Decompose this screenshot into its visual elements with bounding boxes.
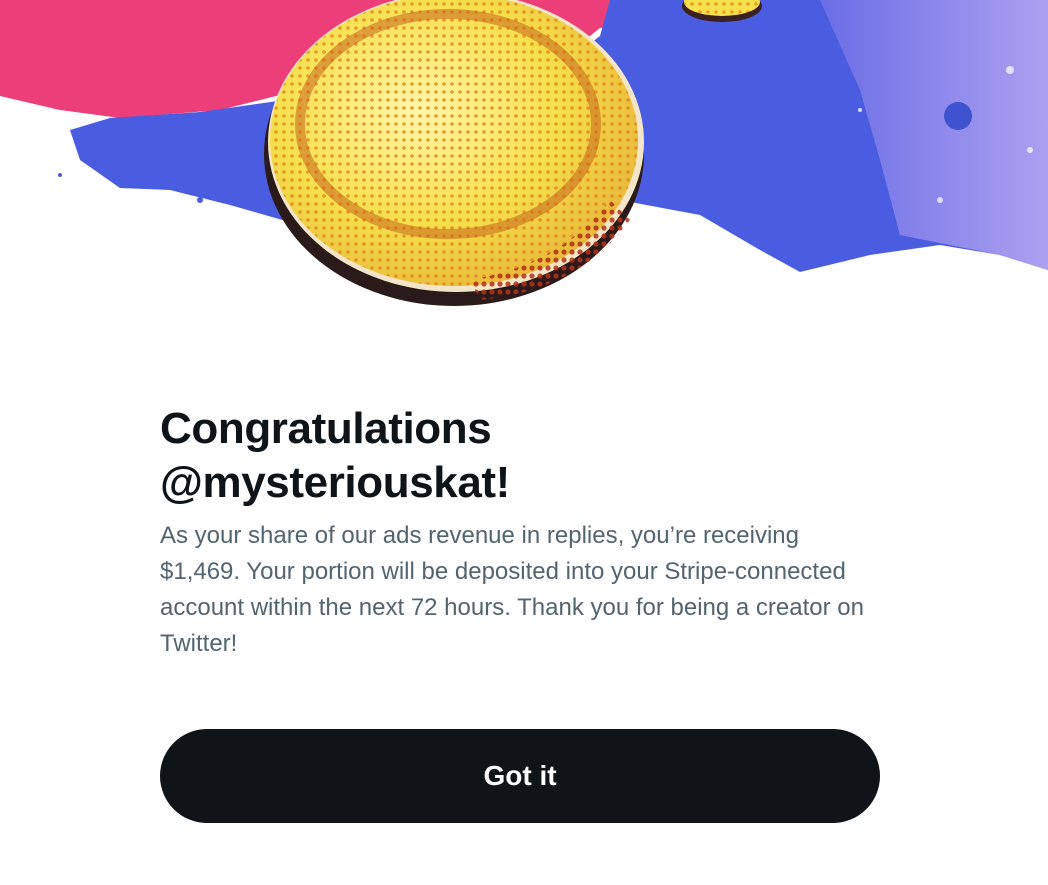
creator-payout-dialog: Congratulations @mysteriouskat! As your … bbox=[0, 0, 1048, 885]
coin-illustration-icon bbox=[0, 0, 1048, 306]
dialog-headline: Congratulations @mysteriouskat! bbox=[160, 402, 900, 510]
headline-line-2: @mysteriouskat! bbox=[160, 458, 510, 507]
got-it-button-label: Got it bbox=[483, 760, 557, 791]
hero-illustration bbox=[0, 0, 1048, 320]
headline-line-1: Congratulations bbox=[160, 404, 492, 453]
dialog-content: Congratulations @mysteriouskat! As your … bbox=[160, 402, 900, 662]
got-it-button[interactable]: Got it bbox=[160, 729, 880, 823]
dialog-body-text: As your share of our ads revenue in repl… bbox=[160, 522, 864, 657]
